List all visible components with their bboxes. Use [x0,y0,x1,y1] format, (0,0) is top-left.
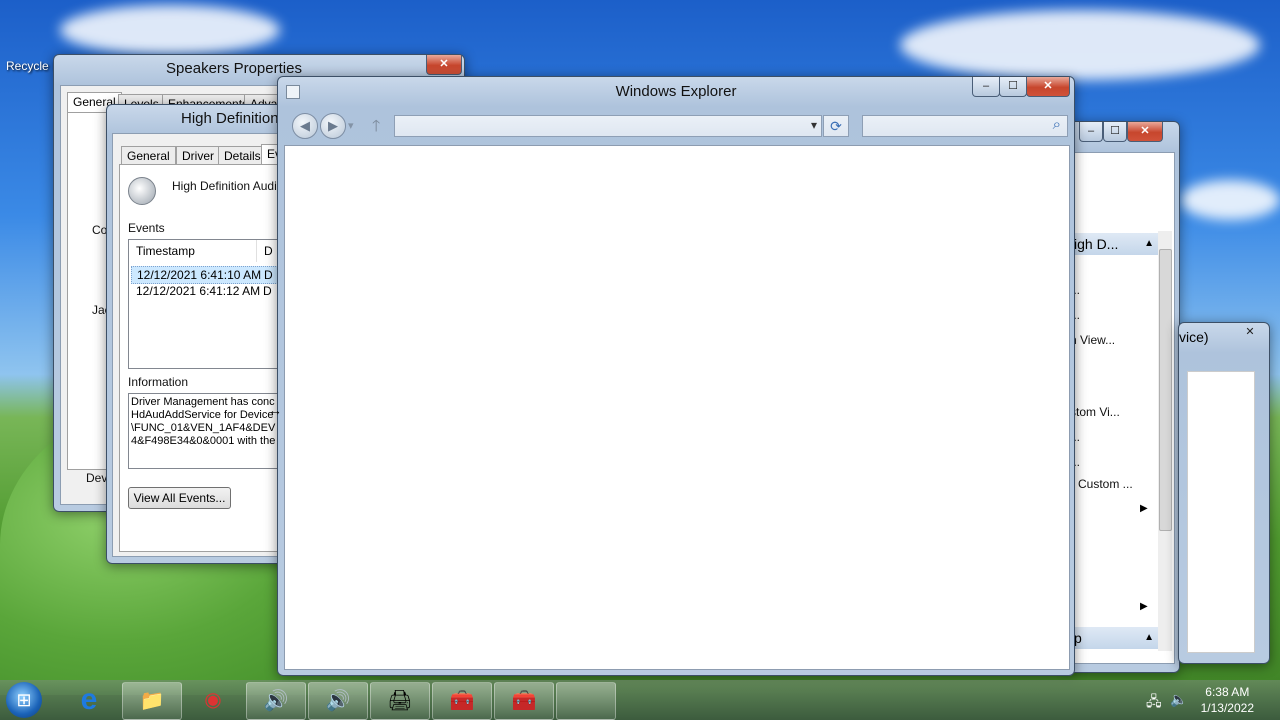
internet-explorer-icon: e [80,683,98,716]
toolbox-icon: 🧰 [511,690,537,712]
taskbar: ⊞ e 📁 ◉ 🔊 🔊 🖨 🧰 🧰 🖧 🔈 6:38 AM 1/13/2022 [0,680,1280,720]
action-item[interactable]: stom Vi... [1070,405,1120,419]
cloud [1180,180,1280,220]
panel-header: p ▲ [1070,627,1158,649]
row-timestamp: 12/12/2021 6:41:12 AM [136,284,261,298]
action-item[interactable]: n View... [1070,333,1115,347]
row-description: D [264,268,273,282]
close-button[interactable]: ✕ [1026,77,1070,97]
speaker-icon [128,177,156,205]
windows-explorer-window: Windows Explorer – ☐ ✕ ◀ ▶ ▾ 🡑 ▾ ⟳ ⌕ [277,76,1075,676]
row-description: D [263,284,272,298]
search-input[interactable]: ⌕ [862,115,1068,137]
recycle-bin-label[interactable]: Recycle I [6,59,55,73]
view-all-events-button[interactable]: View All Events... [128,487,231,509]
clock[interactable]: 6:38 AM 1/13/2022 [1201,684,1254,716]
taskbar-chrome[interactable]: ◉ [184,682,242,718]
row-timestamp: 12/12/2021 6:41:10 AM [137,268,262,282]
cloud [60,5,280,55]
chrome-icon: ◉ [204,689,222,711]
window-body [1187,371,1255,653]
close-button[interactable]: ✕ [426,55,462,75]
resize-cursor-icon: ↔ [268,402,282,418]
content-area[interactable] [284,145,1070,670]
tab-details[interactable]: Details [218,146,267,165]
events-label: Events [128,221,165,235]
tab-general[interactable]: General [121,146,176,165]
background-window-small: vice) ✕ [1178,322,1270,664]
maximize-button[interactable]: ☐ [1103,122,1127,142]
close-button[interactable]: ✕ [1127,122,1163,142]
scrollbar-thumb[interactable] [1159,249,1172,531]
recent-pages-dropdown-icon[interactable]: ▾ [348,119,354,132]
windows-logo-icon: ⊞ [16,690,32,710]
maximize-button[interactable]: ☐ [999,77,1027,97]
forward-button[interactable]: ▶ [320,113,346,139]
clock-date: 1/13/2022 [1200,701,1254,715]
vertical-scrollbar[interactable] [1158,231,1172,651]
address-bar[interactable]: ▾ [394,115,822,137]
network-icon[interactable]: 🖧 [1146,691,1162,715]
panel-header: igh D... ▲ [1070,233,1158,255]
search-icon: ⌕ [1052,116,1061,133]
panel-header-label: igh D... [1074,236,1119,252]
toolbox-icon: 🧰 [449,690,475,712]
window-body: igh D... ▲ ... ... n View... stom Vi... … [1069,152,1175,664]
taskbar-devices[interactable]: 🖨 [370,682,430,720]
collapse-icon[interactable]: ▲ [1144,627,1154,649]
speaker-icon: 🔊 [325,690,351,712]
window-title: vice) [1179,329,1209,345]
submenu-arrow-icon[interactable]: ▶ [1140,601,1148,612]
submenu-arrow-icon[interactable]: ▶ [1140,503,1148,514]
action-item[interactable]: Custom ... [1078,477,1133,491]
column-header-timestamp[interactable]: Timestamp [129,240,257,262]
speaker-icon: 🔊 [263,690,289,712]
minimize-button[interactable]: – [972,77,1000,97]
back-button[interactable]: ◀ [292,113,318,139]
window-title: Windows Explorer [615,83,737,100]
address-dropdown-icon[interactable]: ▾ [811,118,817,132]
close-button[interactable]: ✕ [1237,323,1263,342]
device-name: High Definition Audio [172,179,284,193]
taskbar-speakers-2[interactable]: 🔊 [308,682,368,720]
information-label: Information [128,375,189,389]
refresh-button[interactable]: ⟳ [823,115,849,137]
taskbar-explorer[interactable]: 📁 [122,682,182,720]
cloud [900,10,1260,80]
taskbar-window[interactable] [556,682,616,720]
taskbar-toolbox[interactable]: 🧰 [432,682,492,720]
up-arrow-icon[interactable]: 🡑 [372,115,380,142]
tab-driver[interactable]: Driver [176,146,220,165]
volume-icon[interactable]: 🔈 [1170,691,1187,708]
collapse-icon[interactable]: ▲ [1144,233,1154,255]
clock-time: 6:38 AM [1205,685,1250,699]
folder-icon: 📁 [139,690,165,712]
taskbar-speakers[interactable]: 🔊 [246,682,306,720]
printer-icon: 🖨 [387,690,413,712]
minimize-button[interactable]: – [1079,122,1103,142]
background-window-right: – ☐ ✕ igh D... ▲ ... ... n View... stom … [1068,121,1180,673]
group-label: Dev [86,471,108,485]
taskbar-toolbox-2[interactable]: 🧰 [494,682,554,720]
taskbar-ie[interactable]: e [60,682,118,718]
refresh-icon: ⟳ [830,118,842,134]
start-button[interactable]: ⊞ [6,682,42,718]
